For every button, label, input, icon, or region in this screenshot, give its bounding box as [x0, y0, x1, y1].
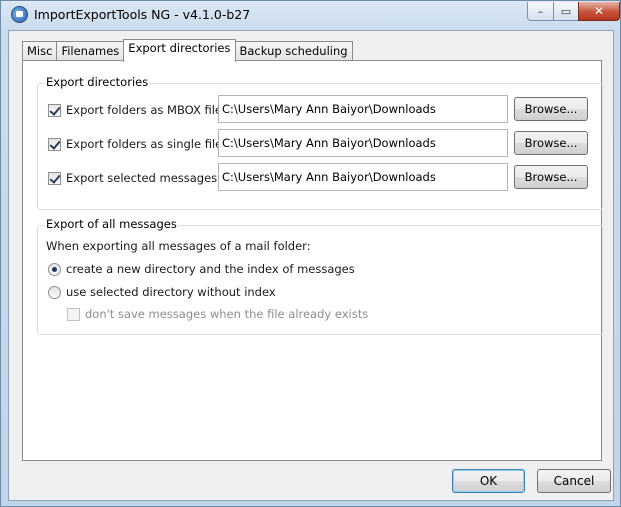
close-button[interactable]: ✕: [578, 2, 620, 21]
selected-directory-radio[interactable]: [48, 285, 61, 299]
mbox-export-path-field[interactable]: C:\Users\Mary Ann Baiyor\Downloads: [218, 95, 508, 123]
new-directory-radio[interactable]: [48, 262, 61, 276]
selected-directory-label: use selected directory without index: [66, 285, 276, 299]
minimize-icon: –: [537, 4, 544, 18]
title-bar[interactable]: ImportExportTools NG - v4.1.0-b27 – ▭ ✕: [1, 1, 620, 29]
single-files-export-label: Export folders as single files:: [66, 137, 233, 151]
maximize-button[interactable]: ▭: [553, 2, 579, 21]
single-files-export-path-field[interactable]: C:\Users\Mary Ann Baiyor\Downloads: [218, 129, 508, 157]
mbox-browse-button[interactable]: Browse...: [514, 97, 588, 121]
export-all-messages-group: Export of all messages When exporting al…: [37, 217, 603, 335]
single-files-export-row: Export folders as single files:: [48, 131, 232, 157]
skip-existing-label: don't save messages when the file alread…: [85, 307, 369, 321]
export-directories-group-title: Export directories: [45, 75, 150, 89]
selected-messages-export-checkbox[interactable]: [48, 171, 61, 185]
tab-filenames[interactable]: Filenames: [56, 41, 125, 61]
tab-strip: Misc Filenames Export directories Backup…: [22, 39, 353, 62]
window-title: ImportExportTools NG - v4.1.0-b27: [34, 7, 251, 22]
export-all-messages-group-title: Export of all messages: [45, 217, 178, 231]
ok-button[interactable]: OK: [452, 469, 525, 493]
selected-messages-export-row: Export selected messages:: [48, 165, 221, 191]
minimize-button[interactable]: –: [527, 2, 554, 21]
maximize-icon: ▭: [560, 4, 572, 18]
mbox-export-row: Export folders as MBOX file:: [48, 97, 226, 123]
single-files-browse-button[interactable]: Browse...: [514, 131, 588, 155]
selected-directory-option[interactable]: use selected directory without index: [48, 283, 276, 301]
selected-messages-browse-button[interactable]: Browse...: [514, 165, 588, 189]
selected-messages-export-path-field[interactable]: C:\Users\Mary Ann Baiyor\Downloads: [218, 163, 508, 191]
export-directories-group: Export directories Export folders as MBO…: [37, 75, 603, 210]
mbox-export-checkbox[interactable]: [48, 103, 61, 117]
single-files-export-checkbox[interactable]: [48, 137, 61, 151]
mbox-export-label: Export folders as MBOX file:: [66, 103, 226, 117]
selected-messages-export-label: Export selected messages:: [66, 171, 222, 185]
dialog-client-area: Misc Filenames Export directories Backup…: [8, 30, 614, 501]
tab-backup-scheduling[interactable]: Backup scheduling: [234, 41, 353, 61]
dialog-window: ImportExportTools NG - v4.1.0-b27 – ▭ ✕ …: [0, 0, 621, 507]
cancel-button[interactable]: Cancel: [537, 469, 611, 493]
tab-export-directories[interactable]: Export directories: [123, 39, 236, 62]
skip-existing-option: don't save messages when the file alread…: [67, 305, 368, 323]
new-directory-option[interactable]: create a new directory and the index of …: [48, 260, 355, 278]
tab-misc[interactable]: Misc: [22, 41, 58, 61]
export-all-description: When exporting all messages of a mail fo…: [46, 239, 311, 253]
export-directories-panel: Export directories Export folders as MBO…: [22, 60, 603, 461]
thunderbird-app-icon: [11, 6, 28, 23]
skip-existing-checkbox: [67, 307, 80, 321]
close-icon: ✕: [593, 4, 605, 18]
new-directory-label: create a new directory and the index of …: [66, 262, 355, 276]
